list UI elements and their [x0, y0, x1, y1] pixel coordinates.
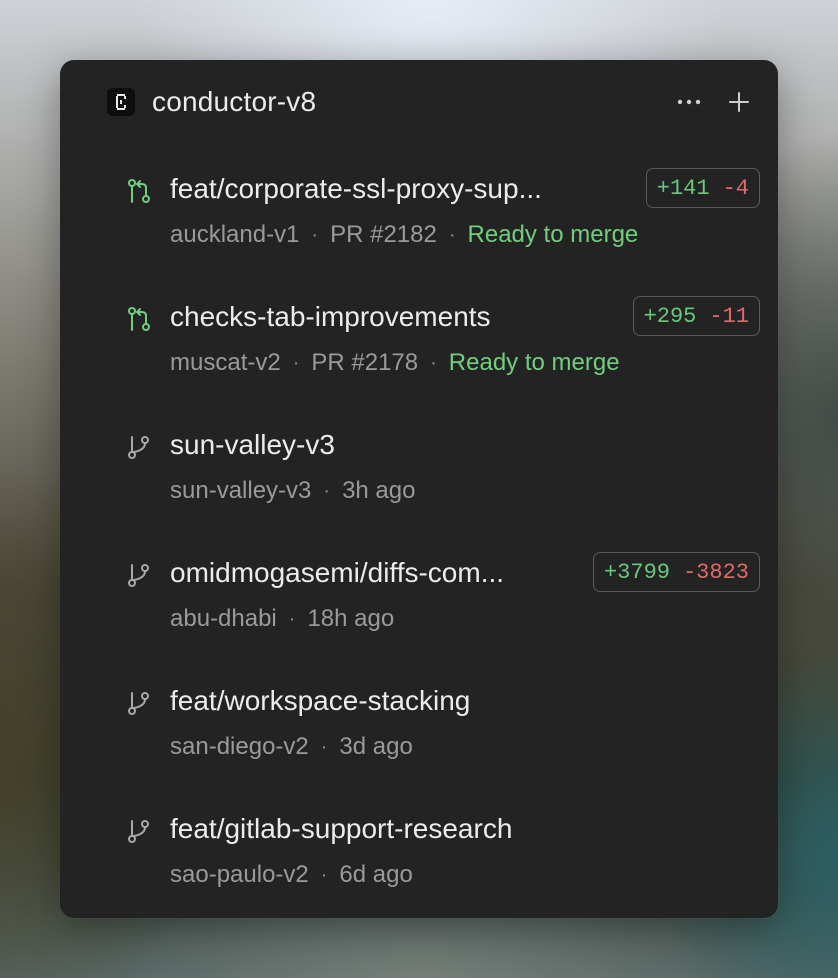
workspace-title: checks-tab-improvements [170, 301, 491, 332]
workspace-name: sao-paulo-v2 [170, 861, 309, 888]
separator-dot: · [323, 480, 331, 502]
branch-icon [128, 436, 149, 459]
workspace-name: abu-dhabi [170, 605, 277, 632]
workspace-item[interactable]: feat/workspace-stacking san-diego-v2 · 3… [60, 680, 778, 808]
deletions-count: -4 [722, 175, 749, 201]
workspace-item[interactable]: feat/gitlab-support-research sao-paulo-v… [60, 808, 778, 936]
workspace-title: feat/gitlab-support-research [170, 813, 513, 844]
workspace-meta: sun-valley-v3 · 3h ago [170, 476, 415, 506]
separator-dot: · [448, 224, 456, 246]
workspace-meta: abu-dhabi · 18h ago [170, 604, 394, 634]
status-text: Ready to merge [448, 349, 620, 376]
workspace-item[interactable]: omidmogasemi/diffs-com... +3799 -3823 ab… [60, 552, 778, 680]
additions-count: +295 [643, 303, 697, 329]
separator-dot: · [430, 352, 437, 374]
more-horizontal-icon [677, 99, 701, 105]
additions-count: +3799 [603, 559, 670, 585]
pull-request-icon [128, 179, 150, 203]
timestamp: 6d ago [339, 861, 413, 888]
diff-stats-badge: +295 -11 [632, 296, 760, 336]
panel-header: conductor-v8 [60, 60, 778, 144]
additions-count: +141 [656, 175, 710, 201]
workspace-item[interactable]: feat/corporate-ssl-proxy-sup... +141 -4 … [60, 168, 778, 296]
project-title: conductor-v8 [152, 86, 317, 117]
workspace-meta: san-diego-v2 · 3d ago [170, 732, 413, 762]
workspace-name: muscat-v2 [170, 349, 281, 376]
plus-icon [729, 92, 749, 112]
branch-icon [128, 564, 149, 587]
workspace-name: san-diego-v2 [170, 733, 309, 760]
workspace-title: omidmogasemi/diffs-com... [170, 557, 505, 588]
separator-dot: · [320, 864, 328, 886]
branch-icon [128, 820, 149, 843]
conductor-logo-icon [107, 88, 135, 116]
diff-stats-badge: +141 -4 [645, 168, 760, 208]
separator-dot: · [311, 224, 319, 246]
pull-request-icon [128, 307, 150, 331]
workspace-meta: sao-paulo-v2 · 6d ago [170, 860, 413, 890]
diff-stats-badge: +3799 -3823 [592, 552, 760, 592]
add-workspace-button[interactable] [724, 87, 754, 117]
pr-number: PR #2178 [311, 349, 419, 376]
workspace-item[interactable]: checks-tab-improvements +295 -11 muscat-… [60, 296, 778, 424]
workspace-panel: conductor-v8 feat/corporate-ssl-proxy-su… [60, 60, 778, 918]
more-options-button[interactable] [674, 88, 704, 116]
workspace-name: sun-valley-v3 [170, 477, 312, 504]
branch-icon [128, 692, 149, 715]
deletions-count: -11 [709, 303, 749, 329]
timestamp: 3h ago [342, 477, 416, 504]
workspace-title: sun-valley-v3 [170, 429, 335, 460]
workspace-title: feat/workspace-stacking [170, 685, 471, 716]
separator-dot: · [288, 608, 296, 630]
timestamp: 3d ago [339, 733, 413, 760]
deletions-count: -3823 [682, 559, 749, 585]
separator-dot: · [320, 736, 328, 758]
workspace-meta: muscat-v2 · PR #2178 · Ready to merge [170, 348, 620, 378]
pr-number: PR #2182 [330, 221, 437, 248]
workspace-meta: auckland-v1 · PR #2182 · Ready to merge [170, 220, 638, 250]
timestamp: 18h ago [307, 605, 395, 632]
workspace-name: auckland-v1 [170, 221, 300, 248]
workspace-title: feat/corporate-ssl-proxy-sup... [170, 173, 542, 204]
separator-dot: · [292, 352, 300, 374]
workspace-item[interactable]: sun-valley-v3 sun-valley-v3 · 3h ago [60, 424, 778, 552]
status-text: Ready to merge [467, 221, 639, 248]
